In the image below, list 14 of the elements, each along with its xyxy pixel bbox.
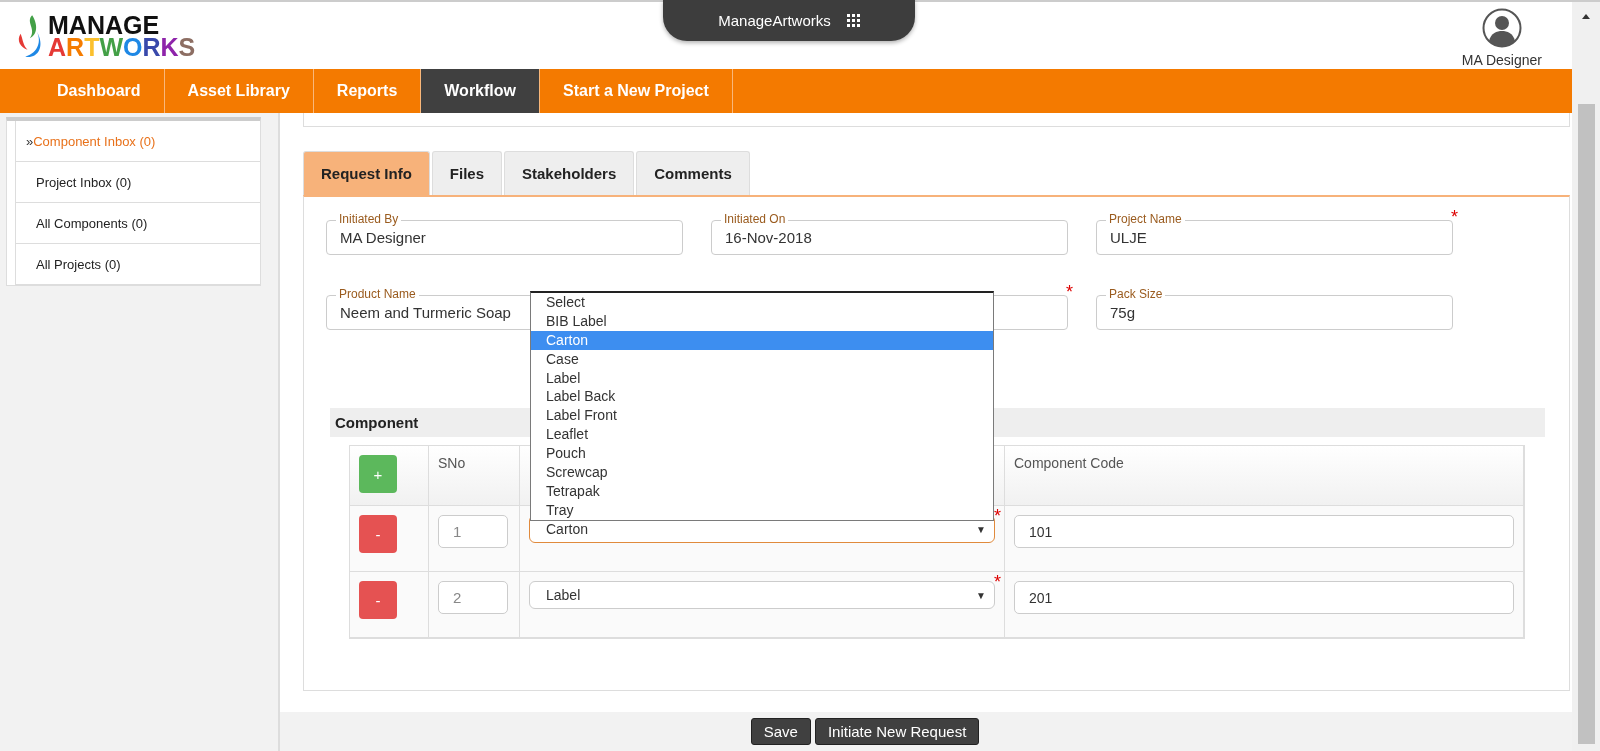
required-mark: * [1451, 208, 1458, 226]
required-mark: * [994, 507, 1001, 525]
column-header: Component Code [1005, 446, 1524, 506]
column-header: SNo [429, 446, 520, 506]
field-label: Initiated On [721, 212, 789, 226]
field-label: Initiated By [336, 212, 402, 226]
logo-text: MANAGE [48, 13, 161, 36]
field-label: Project Name [1106, 212, 1185, 226]
field-label: Product Name [336, 287, 419, 301]
field-label: Pack Size [1106, 287, 1166, 301]
logo-text: ARTWORKS [48, 35, 196, 58]
user-name: MA Designer [1461, 51, 1542, 68]
required-mark: * [1066, 283, 1073, 301]
required-mark: * [994, 573, 1001, 591]
